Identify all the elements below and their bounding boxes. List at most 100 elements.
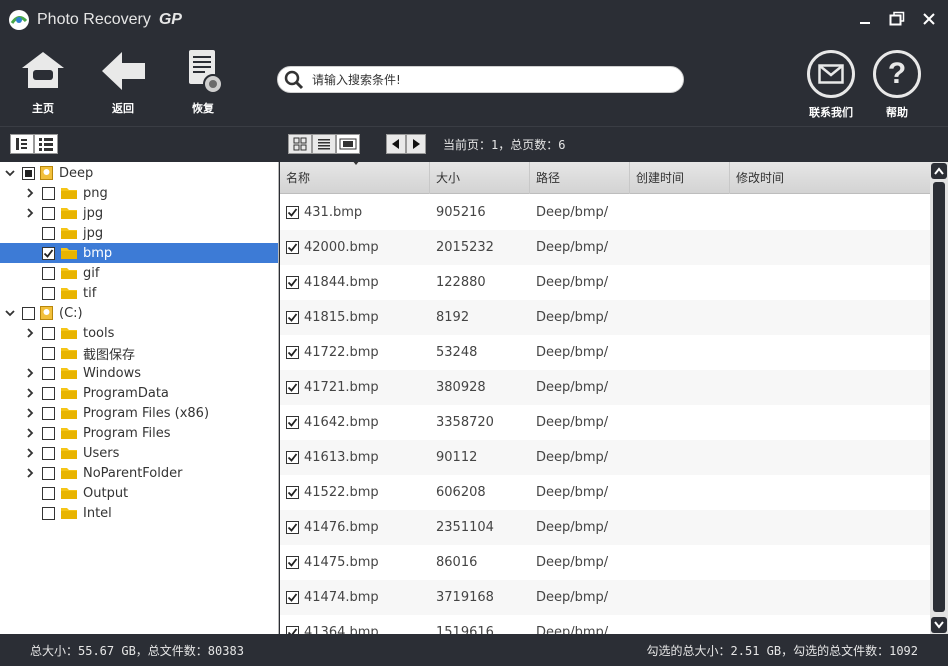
tree-item[interactable]: jpg: [0, 203, 278, 223]
row-checkbox[interactable]: [286, 416, 299, 429]
tree-checkbox[interactable]: [42, 366, 55, 380]
tree-item[interactable]: Intel: [0, 503, 278, 523]
row-checkbox[interactable]: [286, 206, 299, 219]
row-checkbox[interactable]: [286, 591, 299, 604]
tree-checkbox[interactable]: [42, 466, 55, 480]
tree-item[interactable]: (C:): [0, 303, 278, 323]
chevron-right-icon[interactable]: [24, 407, 36, 419]
table-row[interactable]: 41721.bmp 380928 Deep/bmp/: [280, 370, 930, 405]
table-row[interactable]: 41364.bmp 1519616 Deep/bmp/: [280, 615, 930, 634]
tree-item[interactable]: Program Files: [0, 423, 278, 443]
table-row[interactable]: 41475.bmp 86016 Deep/bmp/: [280, 545, 930, 580]
chevron-right-icon[interactable]: [24, 427, 36, 439]
home-button[interactable]: 主页: [13, 48, 73, 116]
row-checkbox[interactable]: [286, 276, 299, 289]
row-checkbox[interactable]: [286, 241, 299, 254]
column-created-header[interactable]: 创建时间: [630, 162, 730, 194]
minimize-button[interactable]: [856, 10, 874, 28]
details-view-button[interactable]: [312, 134, 336, 154]
column-name-header[interactable]: 名称: [280, 162, 430, 194]
chevron-right-icon[interactable]: [24, 367, 36, 379]
tree-checkbox[interactable]: [42, 506, 55, 520]
tree-item[interactable]: Windows: [0, 363, 278, 383]
tree-item[interactable]: Deep: [0, 163, 278, 183]
table-row[interactable]: 41522.bmp 606208 Deep/bmp/: [280, 475, 930, 510]
chevron-right-icon[interactable]: [24, 387, 36, 399]
table-row[interactable]: 41642.bmp 3358720 Deep/bmp/: [280, 405, 930, 440]
tree-checkbox[interactable]: [42, 406, 55, 420]
column-modified-header[interactable]: 修改时间: [730, 162, 930, 194]
row-checkbox[interactable]: [286, 381, 299, 394]
row-checkbox[interactable]: [286, 346, 299, 359]
tree-checkbox[interactable]: [42, 386, 55, 400]
chevron-right-icon[interactable]: [24, 447, 36, 459]
tree-checkbox[interactable]: [42, 446, 55, 460]
tree-checkbox[interactable]: [42, 266, 55, 280]
tree-view-button[interactable]: [10, 134, 34, 154]
recover-button[interactable]: 恢复: [173, 48, 233, 116]
row-checkbox[interactable]: [286, 486, 299, 499]
search-input[interactable]: [312, 72, 683, 87]
table-row[interactable]: 41844.bmp 122880 Deep/bmp/: [280, 265, 930, 300]
table-row[interactable]: 41722.bmp 53248 Deep/bmp/: [280, 335, 930, 370]
row-checkbox[interactable]: [286, 451, 299, 464]
tree-checkbox[interactable]: [42, 486, 55, 500]
list-view-button[interactable]: [34, 134, 58, 154]
chevron-right-icon[interactable]: [24, 187, 36, 199]
tree-item[interactable]: ProgramData: [0, 383, 278, 403]
tree-item[interactable]: Users: [0, 443, 278, 463]
tree-item[interactable]: Program Files (x86): [0, 403, 278, 423]
row-checkbox[interactable]: [286, 311, 299, 324]
tree-item[interactable]: Output: [0, 483, 278, 503]
tree-item[interactable]: gif: [0, 263, 278, 283]
chevron-right-icon[interactable]: [24, 327, 36, 339]
chevron-down-icon[interactable]: [4, 307, 16, 319]
column-size-header[interactable]: 大小: [430, 162, 530, 194]
tree-item[interactable]: bmp: [0, 243, 278, 263]
tree-checkbox[interactable]: [42, 426, 55, 440]
tree-checkbox[interactable]: [22, 166, 35, 180]
tree-item[interactable]: jpg: [0, 223, 278, 243]
table-row[interactable]: 41476.bmp 2351104 Deep/bmp/: [280, 510, 930, 545]
column-path-header[interactable]: 路径: [530, 162, 630, 194]
next-page-button[interactable]: [406, 134, 426, 154]
tree-checkbox[interactable]: [42, 246, 55, 260]
contact-button[interactable]: 联系我们: [801, 50, 861, 120]
close-button[interactable]: [920, 10, 938, 28]
prev-page-button[interactable]: [386, 134, 406, 154]
tree-checkbox[interactable]: [42, 186, 55, 200]
table-row[interactable]: 431.bmp 905216 Deep/bmp/: [280, 195, 930, 230]
back-button[interactable]: 返回: [93, 48, 153, 116]
tree-checkbox[interactable]: [22, 306, 35, 320]
row-checkbox[interactable]: [286, 626, 299, 634]
tree-checkbox[interactable]: [42, 286, 55, 300]
row-checkbox[interactable]: [286, 556, 299, 569]
table-row[interactable]: 41613.bmp 90112 Deep/bmp/: [280, 440, 930, 475]
help-button[interactable]: ? 帮助: [867, 50, 927, 120]
vertical-scrollbar[interactable]: [930, 162, 948, 634]
tree-item[interactable]: tif: [0, 283, 278, 303]
filmstrip-view-button[interactable]: [336, 134, 360, 154]
tree-item[interactable]: png: [0, 183, 278, 203]
table-row[interactable]: 41815.bmp 8192 Deep/bmp/: [280, 300, 930, 335]
tree-checkbox[interactable]: [42, 226, 55, 240]
table-row[interactable]: 41474.bmp 3719168 Deep/bmp/: [280, 580, 930, 615]
chevron-right-icon[interactable]: [24, 467, 36, 479]
tree-item[interactable]: NoParentFolder: [0, 463, 278, 483]
grid-view-button[interactable]: [288, 134, 312, 154]
search-box[interactable]: [277, 66, 684, 93]
app-title: Photo Recovery: [37, 11, 151, 28]
table-row[interactable]: 42000.bmp 2015232 Deep/bmp/: [280, 230, 930, 265]
tree-item[interactable]: tools: [0, 323, 278, 343]
scroll-down-button[interactable]: [931, 617, 947, 633]
tree-item[interactable]: 截图保存: [0, 343, 278, 363]
scroll-thumb[interactable]: [933, 182, 945, 612]
tree-checkbox[interactable]: [42, 346, 55, 360]
chevron-down-icon[interactable]: [4, 167, 16, 179]
tree-checkbox[interactable]: [42, 206, 55, 220]
chevron-right-icon[interactable]: [24, 207, 36, 219]
row-checkbox[interactable]: [286, 521, 299, 534]
scroll-up-button[interactable]: [931, 163, 947, 179]
tree-checkbox[interactable]: [42, 326, 55, 340]
maximize-button[interactable]: [888, 10, 906, 28]
